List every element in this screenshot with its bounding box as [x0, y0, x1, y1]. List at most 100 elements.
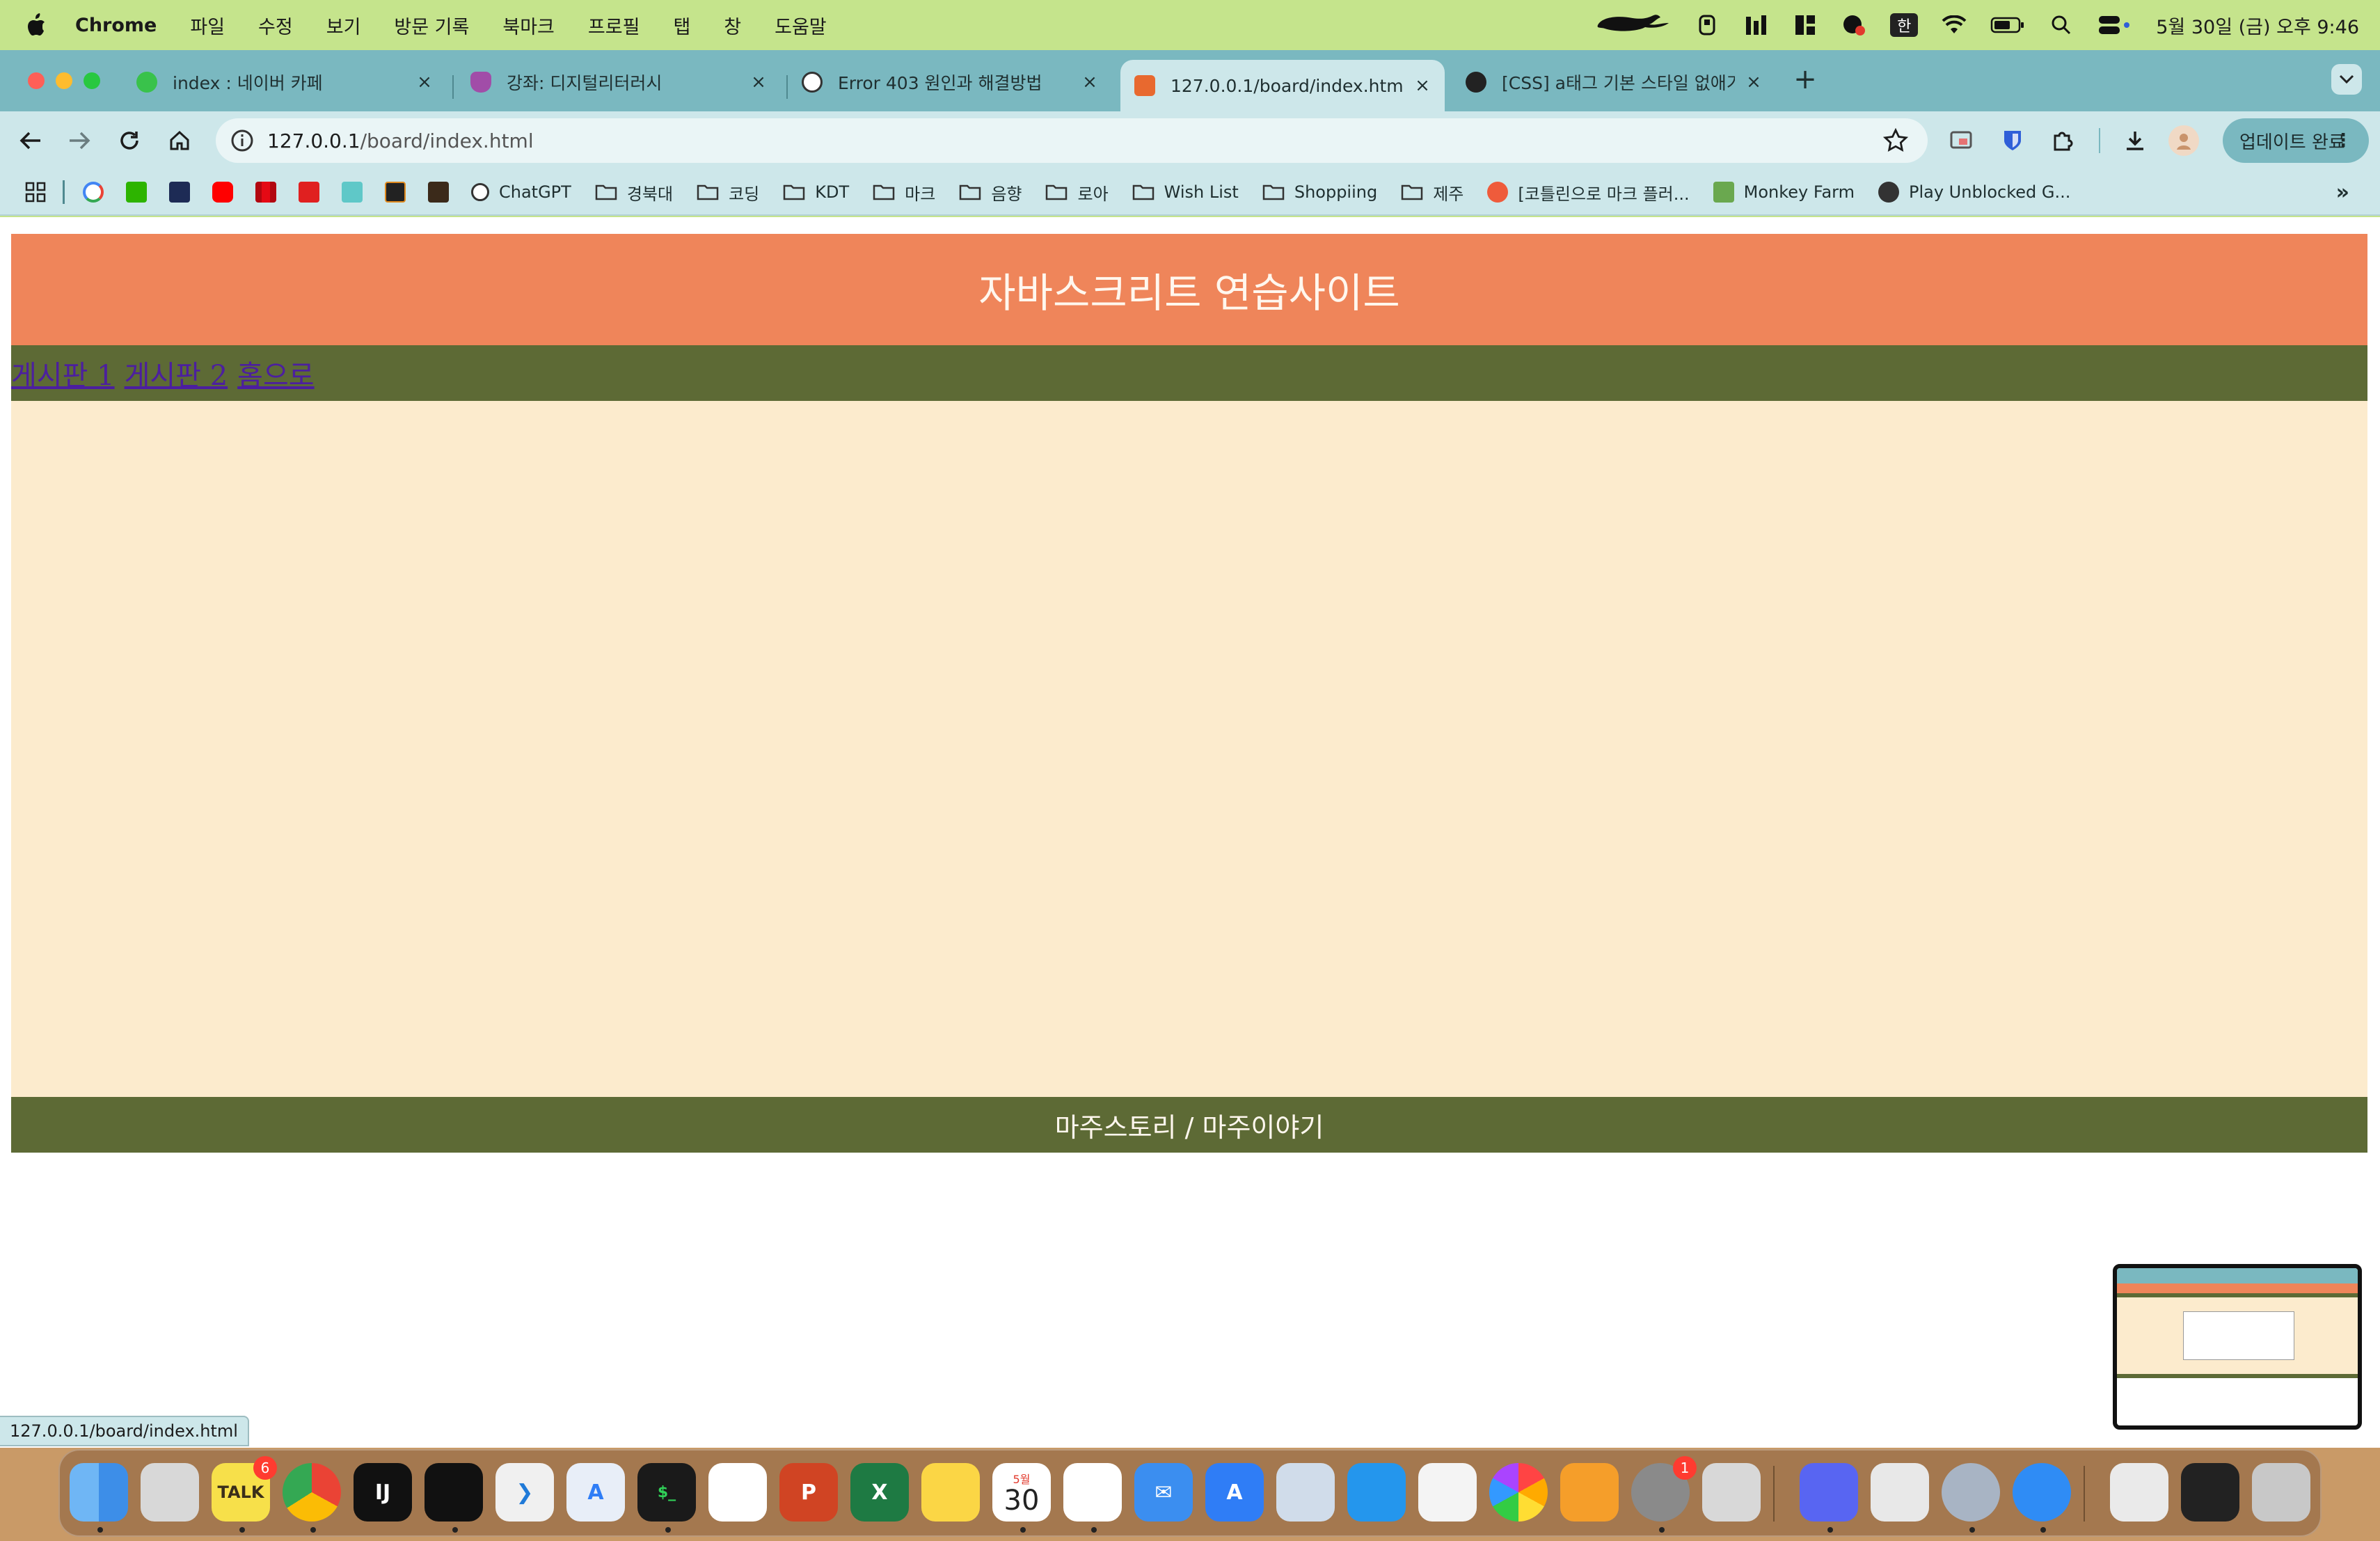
trash-icon[interactable] [2252, 1463, 2310, 1522]
tab-board-index[interactable]: 127.0.0.1/board/index.html × [1120, 60, 1445, 111]
new-tab-plus-icon[interactable]: + [1791, 65, 1819, 93]
reload-icon[interactable] [114, 125, 145, 156]
notes-icon[interactable] [921, 1463, 980, 1522]
bookmark-youtube[interactable] [212, 182, 233, 203]
menu-edit[interactable]: 수정 [258, 12, 293, 39]
nav-link-board-2[interactable]: 게시판 2 [125, 353, 228, 393]
nav-link-home[interactable]: 홈으로 [237, 353, 314, 393]
cat-silhouette-icon[interactable] [1595, 13, 1672, 38]
xcode-instruments-icon[interactable]: A [566, 1463, 625, 1522]
mail-icon[interactable]: ✉ [1134, 1463, 1193, 1522]
extensions-puzzle-icon[interactable] [2047, 125, 2078, 156]
bookmark-google[interactable] [83, 182, 104, 203]
menu-help[interactable]: 도움말 [775, 12, 827, 39]
tab-css-article[interactable]: [CSS] a태그 기본 스타일 없애기/... × [1452, 60, 1776, 104]
chrome-icon[interactable] [283, 1463, 341, 1522]
safari-icon[interactable] [2013, 1463, 2071, 1522]
docker-icon[interactable] [1347, 1463, 1406, 1522]
more-menu-icon[interactable]: ⋮ [2334, 130, 2352, 151]
app-store-icon[interactable]: A [1205, 1463, 1264, 1522]
window-minimize-button[interactable] [56, 72, 72, 89]
powerpoint-icon[interactable]: P [779, 1463, 838, 1522]
screenshot-thumbnail-preview[interactable] [2113, 1264, 2362, 1430]
spotlight-search-icon[interactable] [2049, 13, 2074, 38]
bookmark-folder-knu[interactable]: 경북대 [595, 180, 673, 205]
menu-history[interactable]: 방문 기록 [394, 12, 469, 39]
nav-link-board-1[interactable]: 게시판 1 [11, 353, 115, 393]
url-text[interactable]: 127.0.0.1/board/index.html [267, 129, 534, 152]
menu-view[interactable]: 보기 [326, 12, 361, 39]
bookmark-play-unblocked[interactable]: Play Unblocked G... [1878, 182, 2070, 203]
vscode-icon[interactable]: ❯ [495, 1463, 554, 1522]
bookmark-teal[interactable] [342, 182, 363, 203]
bookmark-folder-kdt[interactable]: KDT [783, 182, 849, 202]
freeform-icon[interactable] [708, 1463, 767, 1522]
calendar-icon[interactable]: 5월 30 [992, 1463, 1051, 1522]
bookmark-folder-coding[interactable]: 코딩 [697, 180, 759, 205]
menu-tab[interactable]: 탭 [673, 12, 690, 39]
bookmark-kotlin-mark[interactable]: [코틀린으로 마크 플러... [1487, 180, 1690, 205]
home-icon[interactable] [164, 125, 195, 156]
address-bar[interactable]: 127.0.0.1/board/index.html [216, 118, 1928, 163]
pixelmator-icon[interactable] [1418, 1463, 1477, 1522]
cast-icon[interactable] [1946, 125, 1976, 156]
disk-utility-icon[interactable] [1276, 1463, 1335, 1522]
bookmark-chatgpt[interactable]: ChatGPT [471, 182, 571, 202]
tab-close-icon[interactable]: × [1080, 72, 1100, 92]
window-zoom-button[interactable] [84, 72, 100, 89]
unity-icon[interactable] [425, 1463, 483, 1522]
window-grid-icon[interactable] [1793, 13, 1818, 38]
menu-file[interactable]: 파일 [190, 12, 225, 39]
bookmark-v[interactable] [299, 182, 319, 203]
back-arrow-icon[interactable] [15, 125, 46, 156]
tab-close-icon[interactable]: × [749, 72, 768, 92]
reminders-icon[interactable] [1063, 1463, 1122, 1522]
discord-icon[interactable] [1800, 1463, 1858, 1522]
chat-bubble-icon[interactable] [1841, 13, 1866, 38]
apps-grid-icon[interactable] [25, 182, 46, 203]
wifi-icon[interactable] [1942, 13, 1967, 38]
bookmark-netflix[interactable] [255, 182, 276, 203]
bookmark-folder-wishlist[interactable]: Wish List [1132, 182, 1239, 202]
system-settings-icon[interactable]: 1 [1631, 1456, 1697, 1522]
settings-gear-icon[interactable] [1942, 1463, 2000, 1522]
site-info-icon[interactable] [230, 128, 255, 153]
tab-course[interactable]: 강좌: 디지털리터러시 × [457, 60, 781, 104]
input-method-indicator[interactable]: 한 [1890, 13, 1919, 37]
menu-profiles[interactable]: 프로필 [588, 12, 640, 39]
battery-icon[interactable] [1990, 13, 2025, 38]
bookmark-star-icon[interactable] [1882, 127, 1909, 156]
bookmark-naver[interactable] [126, 182, 147, 203]
finder-icon[interactable] [70, 1463, 128, 1522]
intellij-icon[interactable]: IJ [354, 1463, 412, 1522]
menu-bookmarks[interactable]: 북마크 [502, 12, 555, 39]
menubar-clock[interactable]: 5월 30일 (금) 오후 9:46 [2156, 12, 2359, 39]
shortcut-icon[interactable] [1695, 13, 1720, 38]
excel-icon[interactable]: X [850, 1463, 909, 1522]
more-bookmarks-chevron-icon[interactable]: » [2336, 180, 2349, 205]
bookmark-d[interactable] [169, 182, 190, 203]
menu-app-name[interactable]: Chrome [75, 15, 157, 36]
iphone-mirroring-icon[interactable] [1702, 1463, 1761, 1522]
tab-naver-cafe[interactable]: index : 네이버 카페 × [122, 60, 447, 104]
download-icon[interactable] [2120, 125, 2150, 156]
update-complete-button[interactable]: 업데이트 완료 ⋮ [2223, 118, 2369, 163]
bookmark-m[interactable] [385, 182, 406, 203]
profile-avatar[interactable] [2168, 125, 2199, 156]
downloads-stack-icon[interactable] [2110, 1463, 2168, 1522]
pages-icon[interactable] [1560, 1463, 1619, 1522]
tab-error-403[interactable]: Error 403 원인과 해결방법 × [788, 60, 1112, 104]
window-close-button[interactable] [28, 72, 45, 89]
tab-close-icon[interactable]: × [415, 72, 434, 92]
tab-close-icon[interactable]: × [1413, 76, 1432, 95]
bookmark-folder-shopping[interactable]: Shoppiing [1262, 182, 1377, 202]
bookmark-monkey-farm[interactable]: Monkey Farm [1713, 182, 1855, 203]
tab-search-chevron-down-icon[interactable] [2331, 64, 2362, 95]
launchpad-icon[interactable] [141, 1463, 199, 1522]
control-center-icon[interactable] [2097, 13, 2132, 38]
apple-menu-icon[interactable] [26, 13, 47, 37]
textedit-icon[interactable] [1871, 1463, 1929, 1522]
forward-arrow-icon[interactable] [64, 125, 95, 156]
bookmark-folder-mark[interactable]: 마크 [873, 180, 935, 205]
bookmark-folder-jeju[interactable]: 제주 [1401, 180, 1463, 205]
